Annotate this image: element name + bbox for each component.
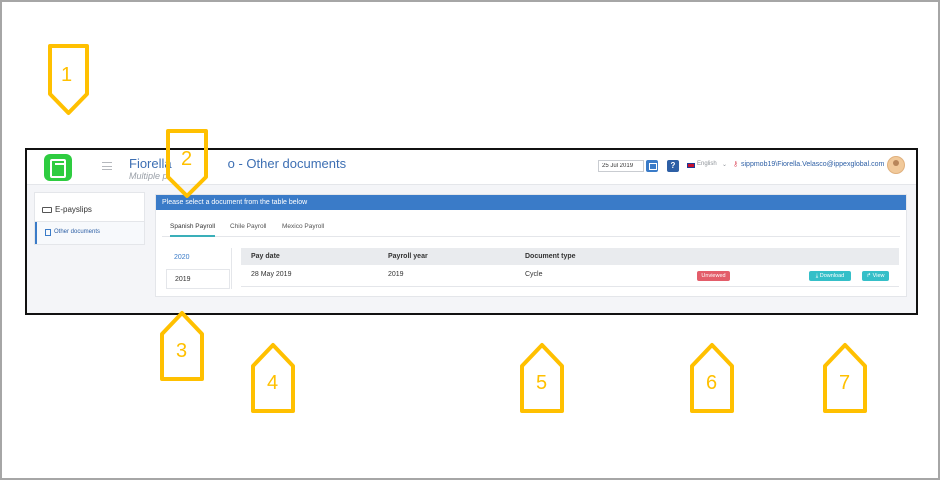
callout-5-number: 5 — [536, 372, 548, 394]
callout-2-number: 2 — [181, 148, 193, 170]
callout-layer — [48, 44, 867, 413]
callout-6-number: 6 — [706, 372, 718, 394]
callout-4-number: 4 — [267, 372, 279, 394]
callout-1-number: 1 — [61, 64, 73, 86]
callout-7-number: 7 — [839, 372, 851, 394]
callout-3-number: 3 — [176, 340, 188, 362]
